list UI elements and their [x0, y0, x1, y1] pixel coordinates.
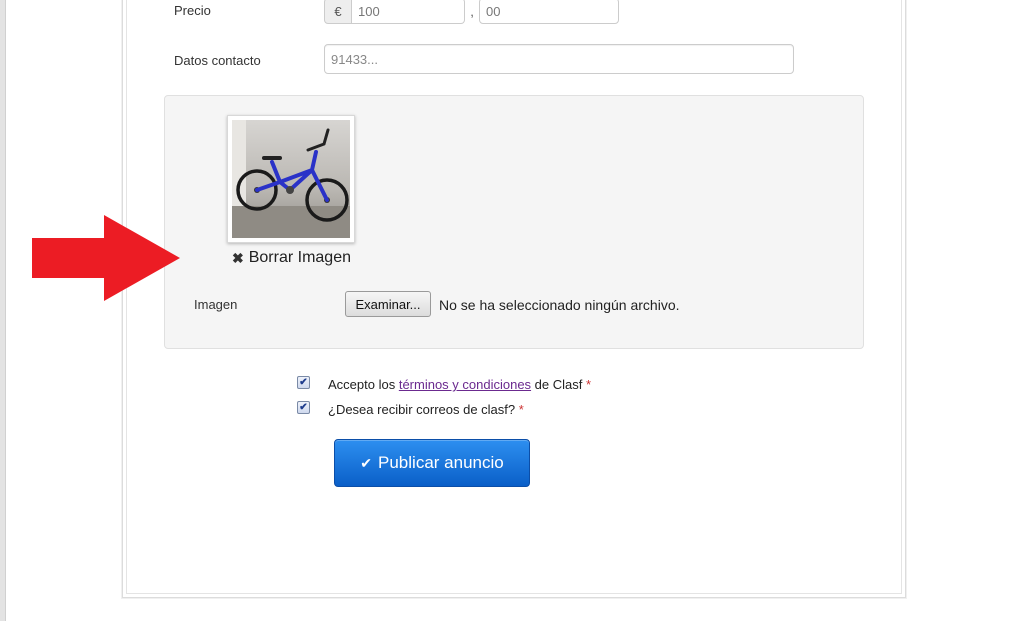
contact-label: Datos contacto [174, 53, 261, 68]
publish-ad-button[interactable]: ✔ Publicar anuncio [334, 439, 530, 487]
required-marker: * [518, 402, 524, 417]
price-separator: , [470, 3, 474, 19]
terms-link[interactable]: términos y condiciones [399, 377, 531, 392]
publish-label: Publicar anuncio [378, 453, 504, 472]
currency-addon: € [324, 0, 352, 24]
price-decimal-input[interactable]: 00 [479, 0, 619, 24]
required-marker: * [586, 377, 592, 392]
image-upload-section: ✖ Borrar Imagen Imagen Examinar... No se… [164, 95, 864, 349]
arrow-right-icon [32, 215, 180, 301]
price-input-group: € 100 , 00 [324, 0, 619, 24]
checkmark-icon: ✔ [299, 401, 308, 413]
newsletter-label: ¿Desea recibir correos de clasf? * [328, 402, 524, 417]
browse-file-button[interactable]: Examinar... [345, 291, 431, 317]
delete-image-button[interactable]: ✖ Borrar Imagen [232, 249, 351, 267]
bicycle-photo [232, 120, 350, 238]
contact-input[interactable]: 91433... [324, 44, 794, 74]
newsletter-text: ¿Desea recibir correos de clasf? [328, 402, 516, 417]
accept-terms-suffix: de Clasf [531, 377, 583, 392]
uploaded-image-thumbnail [227, 115, 355, 243]
accept-terms-checkbox[interactable]: ✔ [297, 376, 310, 389]
check-icon: ✔ [360, 454, 373, 471]
file-status-text: No se ha seleccionado ningún archivo. [439, 297, 680, 313]
newsletter-checkbox[interactable]: ✔ [297, 401, 310, 414]
checkmark-icon: ✔ [299, 376, 308, 388]
price-label: Precio [174, 3, 211, 18]
left-scroll-strip [0, 0, 6, 621]
accept-terms-prefix: Accepto los [328, 377, 399, 392]
close-icon: ✖ [232, 249, 244, 266]
accept-terms-label: Accepto los términos y condiciones de Cl… [328, 377, 591, 392]
image-field-label: Imagen [194, 297, 238, 312]
price-integer-input[interactable]: 100 [352, 0, 465, 24]
delete-image-label: Borrar Imagen [248, 249, 351, 266]
